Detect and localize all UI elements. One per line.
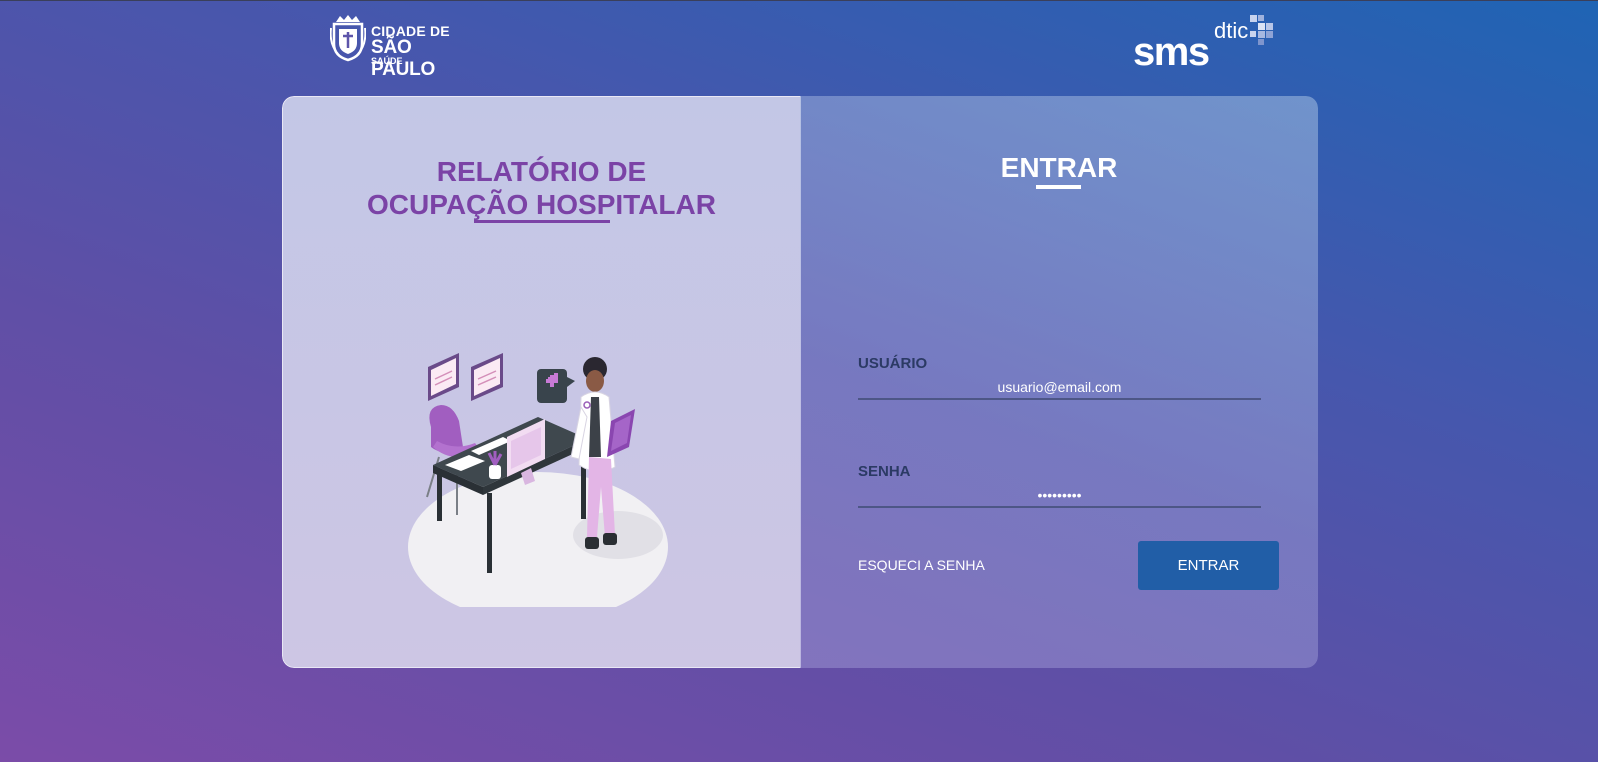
report-panel: RELATÓRIO DE OCUPAÇÃO HOSPITALAR	[282, 96, 801, 668]
sms-dtic-logo: sms dtic	[1133, 14, 1275, 74]
username-input[interactable]	[858, 376, 1261, 400]
password-label: SENHA	[858, 463, 911, 480]
doctor-at-desk-illustration	[408, 353, 668, 607]
login-panel: ENTRAR USUÁRIO SENHA ESQUECI A SENHA ENT…	[800, 96, 1318, 668]
username-label: USUÁRIO	[858, 355, 928, 372]
frame-left	[428, 353, 459, 401]
report-title-line2: OCUPAÇÃO HOSPITALAR	[367, 189, 716, 220]
pixel-squares-icon	[1250, 15, 1273, 45]
top-border	[0, 0, 1598, 1]
login-title-underline	[1036, 185, 1081, 189]
report-title-line1: RELATÓRIO DE	[436, 156, 647, 187]
dtic-logo-text: dtic	[1214, 18, 1249, 43]
city-logo: CIDADE DE SÃO PAULO SAÚDE	[330, 14, 475, 80]
login-title: ENTRAR	[1000, 152, 1118, 183]
city-crest-icon	[330, 15, 366, 62]
login-card: RELATÓRIO DE OCUPAÇÃO HOSPITALAR ENTRAR …	[282, 96, 1318, 668]
forgot-password-link[interactable]: ESQUECI A SENHA	[858, 557, 985, 573]
city-logo-line3: SAÚDE	[371, 56, 403, 66]
report-title: RELATÓRIO DE OCUPAÇÃO HOSPITALAR	[283, 155, 800, 221]
sms-logo-text: sms	[1133, 30, 1210, 74]
report-title-underline	[474, 220, 610, 223]
password-input[interactable]	[858, 484, 1261, 508]
submit-button[interactable]: ENTRAR	[1138, 541, 1279, 590]
